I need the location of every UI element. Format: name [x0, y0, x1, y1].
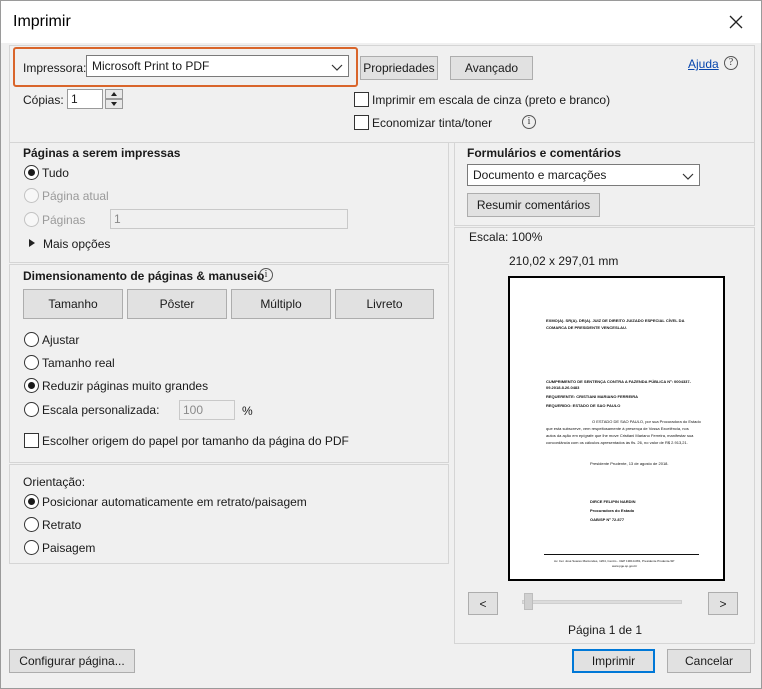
doc-line: que esta subscreve, vem respeitosamente …	[546, 426, 689, 431]
forms-selected-value: Documento e marcações	[473, 168, 607, 182]
grayscale-checkbox[interactable]	[354, 92, 369, 107]
prev-page-button[interactable]: <	[468, 592, 498, 615]
printer-label: Impressora:	[23, 61, 87, 75]
fit-radio[interactable]	[24, 332, 39, 347]
doc-line: CUMPRIMENTO DE SENTENÇA CONTRA A FAZENDA…	[546, 379, 691, 384]
chevron-down-icon	[682, 173, 694, 180]
actual-size-radio[interactable]	[24, 355, 39, 370]
print-dialog: Imprimir Impressora: Microsoft Print to …	[0, 0, 762, 689]
custom-scale-input[interactable]: 100	[179, 400, 235, 420]
save-ink-checkbox[interactable]	[354, 115, 369, 130]
custom-scale-label: Escala personalizada:	[42, 403, 160, 417]
portrait-radio[interactable]	[24, 517, 39, 532]
print-button[interactable]: Imprimir	[572, 649, 655, 673]
forms-select[interactable]: Documento e marcações	[467, 164, 700, 186]
pages-current-label: Página atual	[42, 189, 109, 203]
preview-page: EXMO(A). SR(A). DR(A). JUIZ DE DIREITO J…	[508, 276, 725, 581]
page-indicator: Página 1 de 1	[568, 623, 643, 637]
doc-line: O ESTADO DE SAO PAULO, por sua Procurado…	[592, 419, 701, 424]
landscape-radio[interactable]	[24, 540, 39, 555]
orientation-title: Orientação:	[23, 475, 86, 489]
paper-source-label: Escolher origem do papel por tamanho da …	[42, 434, 349, 448]
grayscale-label: Imprimir em escala de cinza (preto e bra…	[372, 93, 611, 107]
info-icon[interactable]: i	[522, 115, 536, 129]
page-slider-thumb[interactable]	[524, 593, 533, 610]
help-link[interactable]: Ajuda	[688, 57, 719, 71]
pages-current-radio[interactable]	[24, 188, 39, 203]
doc-line: EXMO(A). SR(A). DR(A). JUIZ DE DIREITO J…	[546, 318, 685, 323]
expand-triangle-icon[interactable]	[28, 239, 36, 247]
portrait-label: Retrato	[42, 518, 82, 532]
arrow-up-icon	[111, 92, 117, 96]
custom-scale-radio[interactable]	[24, 402, 39, 417]
copies-label: Cópias:	[23, 93, 64, 107]
pages-range-radio[interactable]	[24, 212, 39, 227]
doc-line: Presidente Prudente, 13 de agosto de 201…	[590, 461, 669, 466]
sizing-info-icon[interactable]: i	[259, 268, 273, 282]
size-button[interactable]: Tamanho	[23, 289, 123, 319]
page-setup-button[interactable]: Configurar página...	[9, 649, 135, 673]
cancel-button[interactable]: Cancelar	[667, 649, 751, 673]
doc-line: concordância com os cálculos apresentado…	[546, 440, 688, 445]
title-bar: Imprimir	[1, 1, 761, 43]
page-slider-track[interactable]	[522, 600, 682, 604]
doc-line: 09.2018.8.26.0483	[546, 385, 580, 390]
doc-line: DIRCE FELIPIN NARDIN	[590, 499, 636, 504]
shrink-label: Reduzir páginas muito grandes	[42, 379, 209, 393]
preview-dimensions: 210,02 x 297,01 mm	[509, 254, 619, 268]
pages-range-input[interactable]: 1	[110, 209, 348, 229]
copies-stepper-down[interactable]	[105, 99, 123, 109]
fit-label: Ajustar	[42, 333, 80, 347]
pages-section-title: Páginas a serem impressas	[23, 146, 181, 160]
multiple-button[interactable]: Múltiplo	[231, 289, 331, 319]
doc-line: COMARCA DE PRESIDENTE VENCESLAU.	[546, 325, 627, 330]
poster-button[interactable]: Pôster	[127, 289, 227, 319]
arrow-down-icon	[111, 102, 117, 106]
doc-footer-rule	[544, 554, 699, 555]
printer-selected-value: Microsoft Print to PDF	[92, 59, 210, 73]
printer-select[interactable]: Microsoft Print to PDF	[86, 55, 349, 77]
preview-scale: Escala: 100%	[469, 230, 543, 244]
dialog-title: Imprimir	[13, 13, 71, 30]
sizing-section-title: Dimensionamento de páginas & manuseio	[23, 269, 265, 283]
shrink-radio[interactable]	[24, 378, 39, 393]
orientation-auto-label: Posicionar automaticamente em retrato/pa…	[42, 495, 307, 509]
doc-line: autos da ação em epígrafe que lhe move C…	[546, 433, 694, 438]
advanced-button[interactable]: Avançado	[450, 56, 533, 80]
properties-button[interactable]: Propriedades	[360, 56, 438, 80]
doc-line: Procuradora do Estado	[590, 508, 635, 513]
doc-line: Av. Cel. José Soares Marcondes, 1264, Ce…	[554, 559, 675, 563]
booklet-button[interactable]: Livreto	[335, 289, 434, 319]
paper-source-checkbox[interactable]	[24, 433, 39, 448]
close-button[interactable]	[713, 5, 759, 39]
copies-input[interactable]: 1	[67, 89, 103, 109]
landscape-label: Paisagem	[42, 541, 96, 555]
orientation-auto-radio[interactable]	[24, 494, 39, 509]
help-icon[interactable]: ?	[724, 56, 738, 70]
chevron-down-icon	[331, 64, 343, 71]
next-page-button[interactable]: >	[708, 592, 738, 615]
forms-section-title: Formulários e comentários	[467, 146, 622, 160]
save-ink-label: Economizar tinta/toner	[372, 116, 493, 130]
copies-stepper-up[interactable]	[105, 89, 123, 99]
doc-line: www.pge.sp.gov.br	[612, 564, 638, 568]
doc-line: REQUERENTE: CRISTIANI MARIANO FERREIRA	[546, 394, 639, 399]
close-icon	[729, 15, 743, 29]
actual-size-label: Tamanho real	[42, 356, 115, 370]
summarize-comments-button[interactable]: Resumir comentários	[467, 193, 600, 217]
pages-all-label: Tudo	[42, 166, 69, 180]
doc-line: REQUERIDO: ESTADO DE SAO PAULO	[546, 403, 621, 408]
pages-all-radio[interactable]	[24, 165, 39, 180]
percent-label: %	[242, 404, 253, 418]
more-options-link[interactable]: Mais opções	[43, 237, 110, 251]
pages-range-label: Páginas	[42, 213, 86, 227]
doc-line: OAB/SP Nº 72.877	[590, 517, 625, 522]
